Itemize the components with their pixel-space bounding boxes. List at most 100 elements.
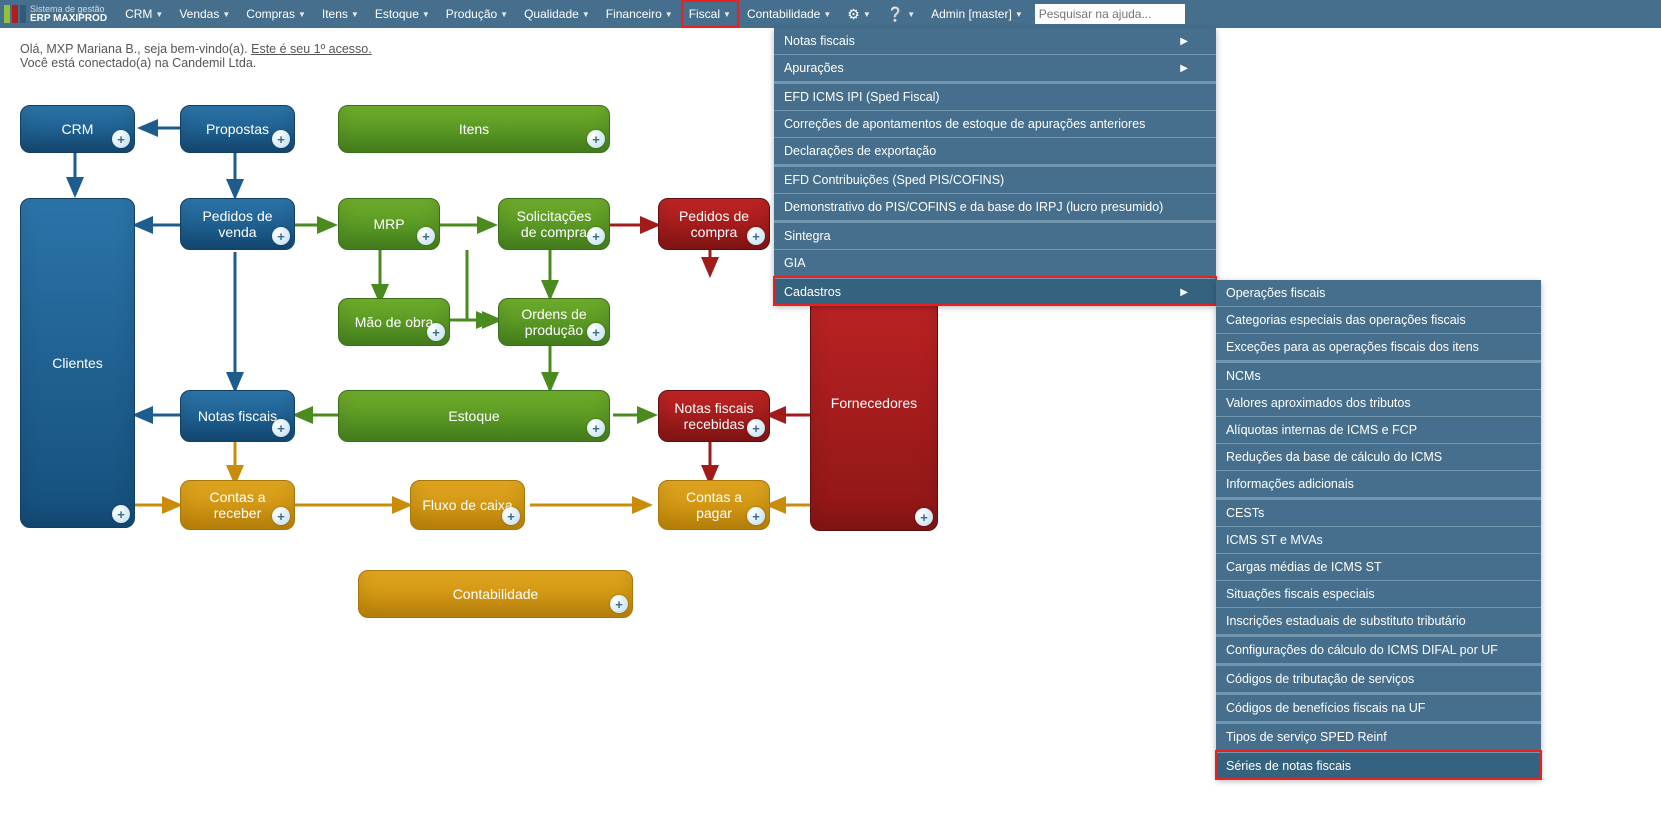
caret-down-icon: ▼ [1015,10,1023,19]
node-crm[interactable]: CRM+ [20,105,135,153]
submenu-aliquotas[interactable]: Alíquotas internas de ICMS e FCP [1216,417,1541,444]
plus-icon[interactable]: + [502,507,520,525]
plus-icon[interactable]: + [587,323,605,341]
submenu-inscricoes[interactable]: Inscrições estaduais de substituto tribu… [1216,608,1541,635]
node-mao-obra[interactable]: Mão de obra+ [338,298,450,346]
submenu-cargas[interactable]: Cargas médias de ICMS ST [1216,554,1541,581]
submenu-cat-especiais[interactable]: Categorias especiais das operações fisca… [1216,307,1541,334]
node-notas-fiscais[interactable]: Notas fiscais+ [180,390,295,442]
caret-down-icon: ▼ [863,10,871,19]
plus-icon[interactable]: + [112,130,130,148]
plus-icon[interactable]: + [417,227,435,245]
plus-icon[interactable]: + [587,130,605,148]
plus-icon[interactable]: + [587,227,605,245]
submenu-reducoes[interactable]: Reduções da base de cálculo do ICMS [1216,444,1541,471]
nav-admin[interactable]: Admin [master]▼ [923,0,1031,28]
plus-icon[interactable]: + [112,505,130,523]
submenu-tipos-sped[interactable]: Tipos de serviço SPED Reinf [1216,722,1541,751]
node-fluxo-caixa[interactable]: Fluxo de caixa+ [410,480,525,530]
menu-correcoes[interactable]: Correções de apontamentos de estoque de … [774,111,1216,138]
submenu-cests[interactable]: CESTs [1216,498,1541,527]
plus-icon[interactable]: + [915,508,933,526]
caret-down-icon: ▼ [823,10,831,19]
node-contas-pagar[interactable]: Contas a pagar+ [658,480,770,530]
nav-contabilidade[interactable]: Contabilidade▼ [739,0,839,28]
menu-cadastros[interactable]: Cadastros▶ [774,277,1216,305]
submenu-cod-benef[interactable]: Códigos de benefícios fiscais na UF [1216,693,1541,722]
caret-down-icon: ▼ [907,10,915,19]
logo-text: Sistema de gestão ERP MAXIPROD [30,5,107,24]
submenu-cod-trib[interactable]: Códigos de tributação de serviços [1216,664,1541,693]
caret-down-icon: ▼ [351,10,359,19]
chevron-right-icon: ▶ [1180,63,1188,74]
nav-settings[interactable]: ⚙▼ [839,0,878,28]
help-icon: ❔ [887,6,904,23]
gear-icon: ⚙ [847,6,860,23]
menu-sintegra[interactable]: Sintegra [774,221,1216,250]
menu-efd-icms[interactable]: EFD ICMS IPI (Sped Fiscal) [774,82,1216,111]
node-estoque[interactable]: Estoque+ [338,390,610,442]
nav-financeiro[interactable]: Financeiro▼ [598,0,681,28]
submenu-icms-st[interactable]: ICMS ST e MVAs [1216,527,1541,554]
help-search-input[interactable] [1035,4,1185,24]
plus-icon[interactable]: + [272,419,290,437]
menu-declaracoes[interactable]: Declarações de exportação [774,138,1216,165]
nav-crm[interactable]: CRM▼ [117,0,171,28]
caret-down-icon: ▼ [723,10,731,19]
submenu-val-tributos[interactable]: Valores aproximados dos tributos [1216,390,1541,417]
node-clientes[interactable]: Clientes+ [20,198,135,528]
nav-producao[interactable]: Produção▼ [438,0,516,28]
plus-icon[interactable]: + [272,130,290,148]
node-pedidos-venda[interactable]: Pedidos de venda+ [180,198,295,250]
plus-icon[interactable]: + [610,595,628,613]
submenu-series-nf[interactable]: Séries de notas fiscais [1216,751,1541,779]
submenu-op-fiscais[interactable]: Operações fiscais [1216,280,1541,307]
nav-vendas[interactable]: Vendas▼ [171,0,238,28]
node-mrp[interactable]: MRP+ [338,198,440,250]
menu-demonstrativo[interactable]: Demonstrativo do PIS/COFINS e da base do… [774,194,1216,221]
logo-icon [4,5,26,23]
nav-help[interactable]: ❔▼ [879,0,923,28]
plus-icon[interactable]: + [587,419,605,437]
plus-icon[interactable]: + [747,507,765,525]
submenu-info-adic[interactable]: Informações adicionais [1216,471,1541,498]
top-navbar: Sistema de gestão ERP MAXIPROD CRM▼ Vend… [0,0,1661,28]
node-solic-compra[interactable]: Solicitações de compra+ [498,198,610,250]
node-propostas[interactable]: Propostas+ [180,105,295,153]
menu-apuracoes[interactable]: Apurações▶ [774,55,1216,82]
node-contabilidade[interactable]: Contabilidade+ [358,570,633,618]
welcome-greeting: Olá, MXP Mariana B., seja bem-vindo(a). [20,42,251,56]
menu-gia[interactable]: GIA [774,250,1216,277]
caret-down-icon: ▼ [665,10,673,19]
nav-estoque[interactable]: Estoque▼ [367,0,438,28]
menu-efd-contrib[interactable]: EFD Contribuições (Sped PIS/COFINS) [774,165,1216,194]
caret-down-icon: ▼ [582,10,590,19]
node-contas-receber[interactable]: Contas a receber+ [180,480,295,530]
plus-icon[interactable]: + [747,227,765,245]
submenu-ncms[interactable]: NCMs [1216,361,1541,390]
logo[interactable]: Sistema de gestão ERP MAXIPROD [4,5,107,24]
chevron-right-icon: ▶ [1180,36,1188,47]
node-nf-recebidas[interactable]: Notas fiscais recebidas+ [658,390,770,442]
nav-qualidade[interactable]: Qualidade▼ [516,0,598,28]
plus-icon[interactable]: + [272,227,290,245]
caret-down-icon: ▼ [298,10,306,19]
submenu-config-difal[interactable]: Configurações do cálculo do ICMS DIFAL p… [1216,635,1541,664]
first-access-link[interactable]: Este é seu 1º acesso. [251,42,372,56]
nav-fiscal[interactable]: Fiscal▼ [681,0,739,28]
submenu-situacoes[interactable]: Situações fiscais especiais [1216,581,1541,608]
fiscal-dropdown: Notas fiscais▶ Apurações▶ EFD ICMS IPI (… [774,28,1216,305]
submenu-excecoes[interactable]: Exceções para as operações fiscais dos i… [1216,334,1541,361]
plus-icon[interactable]: + [427,323,445,341]
node-itens[interactable]: Itens+ [338,105,610,153]
node-ordens-prod[interactable]: Ordens de produção+ [498,298,610,346]
plus-icon[interactable]: + [747,419,765,437]
plus-icon[interactable]: + [272,507,290,525]
nav-compras[interactable]: Compras▼ [238,0,314,28]
cadastros-dropdown: Operações fiscais Categorias especiais d… [1216,280,1541,779]
node-fornecedores[interactable]: Fornecedores+ [810,275,938,531]
nav-itens[interactable]: Itens▼ [314,0,367,28]
caret-down-icon: ▼ [500,10,508,19]
menu-notas-fiscais[interactable]: Notas fiscais▶ [774,28,1216,55]
node-pedidos-compra[interactable]: Pedidos de compra+ [658,198,770,250]
